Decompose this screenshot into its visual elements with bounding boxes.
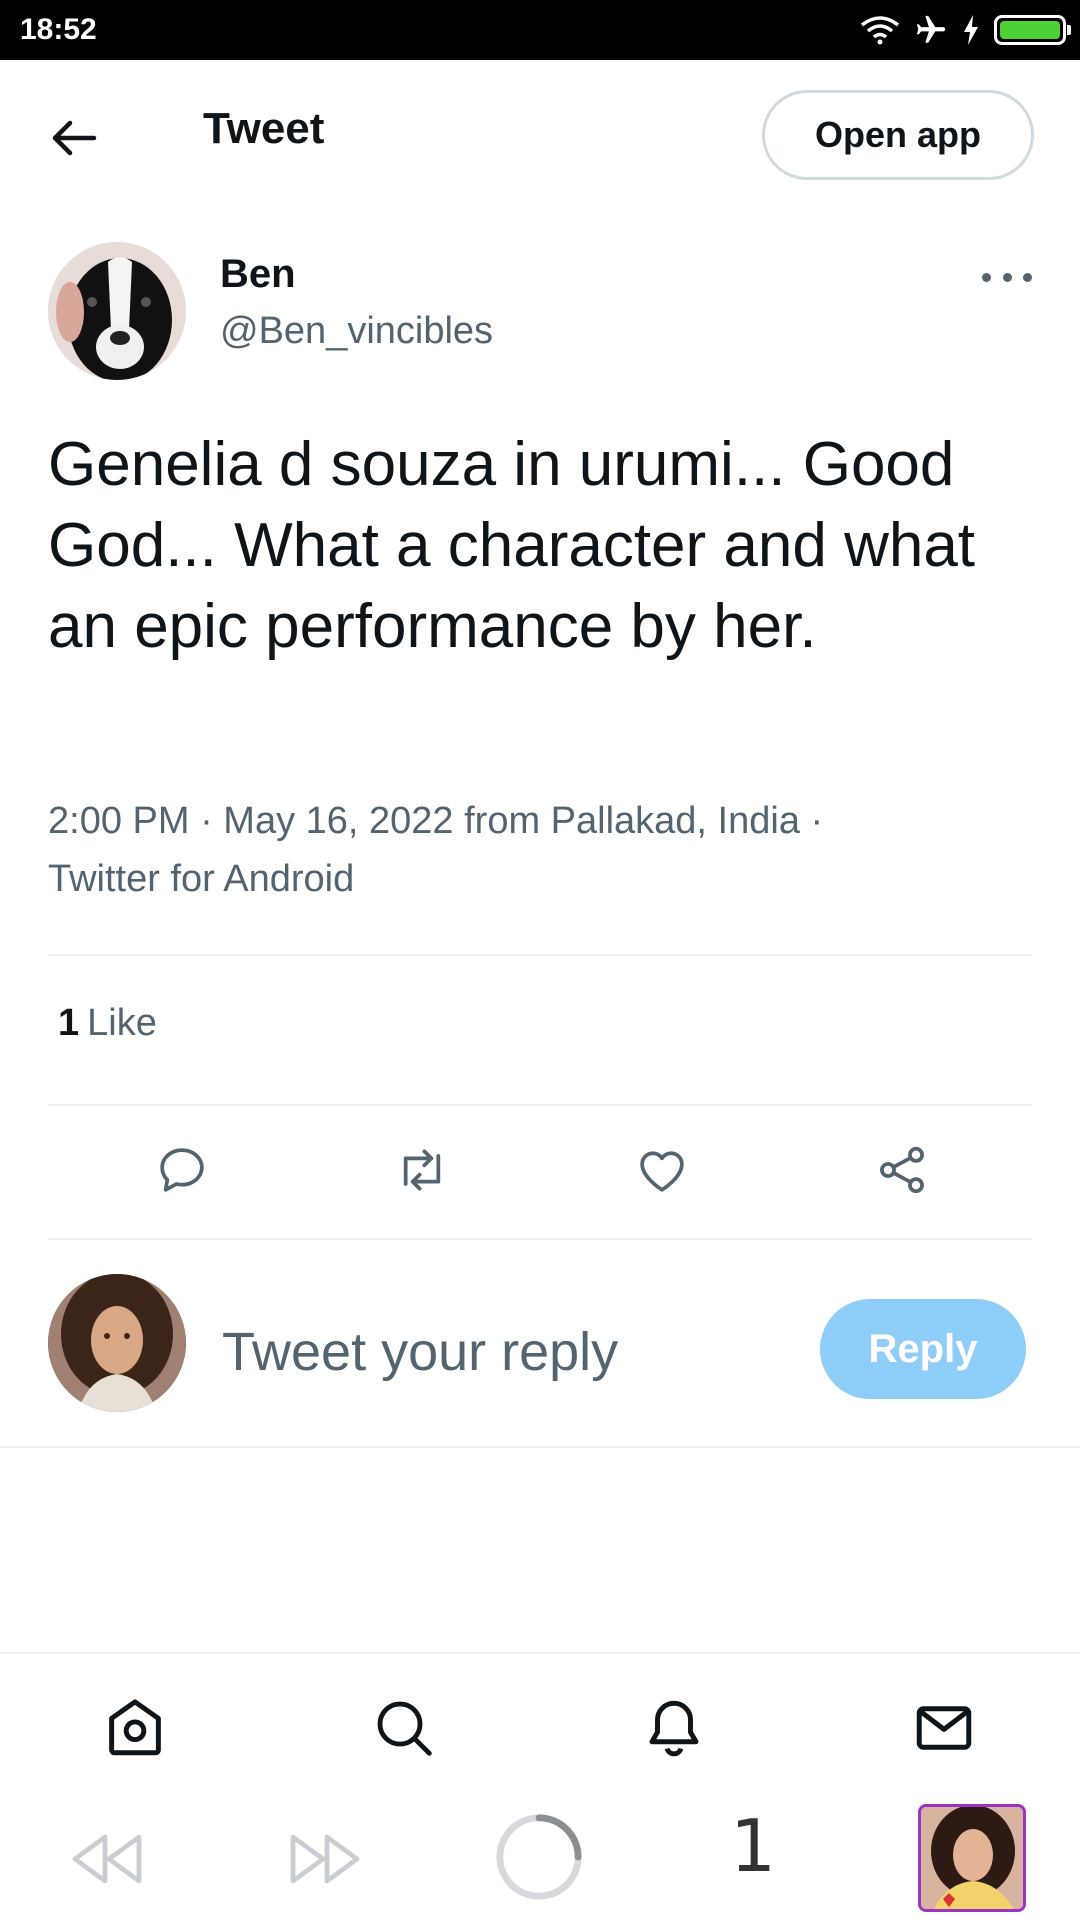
retweet-button[interactable] [382, 1130, 462, 1210]
battery-icon [994, 15, 1071, 45]
airplane-icon [916, 15, 946, 43]
reply-icon [160, 1148, 204, 1192]
like-label: Like [87, 1002, 157, 1044]
loading-spinner-icon [496, 1814, 582, 1900]
author-name[interactable]: Ben [220, 252, 296, 297]
charging-icon [964, 15, 978, 45]
user-avatar[interactable] [48, 1274, 186, 1412]
reply-input[interactable] [222, 1312, 782, 1392]
status-bar: 18:52 [0, 0, 1080, 60]
status-time: 18:52 [20, 13, 97, 46]
like-count-number: 1 [58, 1002, 80, 1044]
more-dot-icon [1023, 272, 1032, 282]
reply-submit-button[interactable]: Reply [820, 1299, 1026, 1399]
notifications-icon [649, 1700, 699, 1757]
retweet-icon [403, 1149, 441, 1191]
messages-icon [916, 1706, 972, 1750]
page-title: Tweet [203, 104, 325, 153]
share-button[interactable] [862, 1130, 942, 1210]
tweet-meta: 2:00 PM · May 16, 2022 from Pallakad, In… [48, 800, 824, 900]
reply-button[interactable] [142, 1130, 222, 1210]
open-app-button[interactable]: Open app [762, 90, 1034, 180]
status-icons [860, 12, 1071, 48]
tab-count[interactable]: 1 [718, 1804, 788, 1888]
tweet-text: Genelia d souza in urumi... Good God... … [48, 430, 976, 661]
author-handle[interactable]: @Ben_vincibles [220, 310, 493, 353]
nav-notifications[interactable] [634, 1688, 714, 1768]
author-avatar[interactable] [48, 242, 186, 380]
top-app-bar: Tweet Open app [0, 60, 1080, 210]
tweet-actions [48, 1130, 1032, 1210]
browser-forward-button[interactable] [280, 1814, 370, 1904]
nav-messages[interactable] [904, 1688, 984, 1768]
nav-home[interactable] [95, 1688, 175, 1768]
more-dot-icon [1002, 272, 1012, 282]
fast-forward-icon [290, 1834, 360, 1884]
like-icon [640, 1151, 684, 1192]
divider [48, 954, 1032, 956]
divider [0, 1446, 1080, 1448]
nav-search[interactable] [364, 1688, 444, 1768]
rewind-icon [72, 1834, 142, 1884]
like-button[interactable] [622, 1130, 702, 1210]
tab-thumbnail[interactable] [918, 1804, 1026, 1912]
divider [48, 1104, 1032, 1106]
back-button[interactable] [46, 110, 102, 166]
divider [48, 1238, 1032, 1240]
likes-count[interactable]: 1 Like [58, 1002, 157, 1045]
share-icon [880, 1146, 924, 1194]
more-options-button[interactable] [982, 262, 1032, 292]
arrow-left-icon [52, 120, 97, 156]
browser-back-button[interactable] [62, 1814, 152, 1904]
search-icon [377, 1701, 432, 1756]
home-icon [109, 1699, 161, 1756]
wifi-icon [860, 16, 900, 45]
more-dot-icon [982, 272, 991, 282]
browser-refresh-button[interactable] [494, 1812, 584, 1902]
